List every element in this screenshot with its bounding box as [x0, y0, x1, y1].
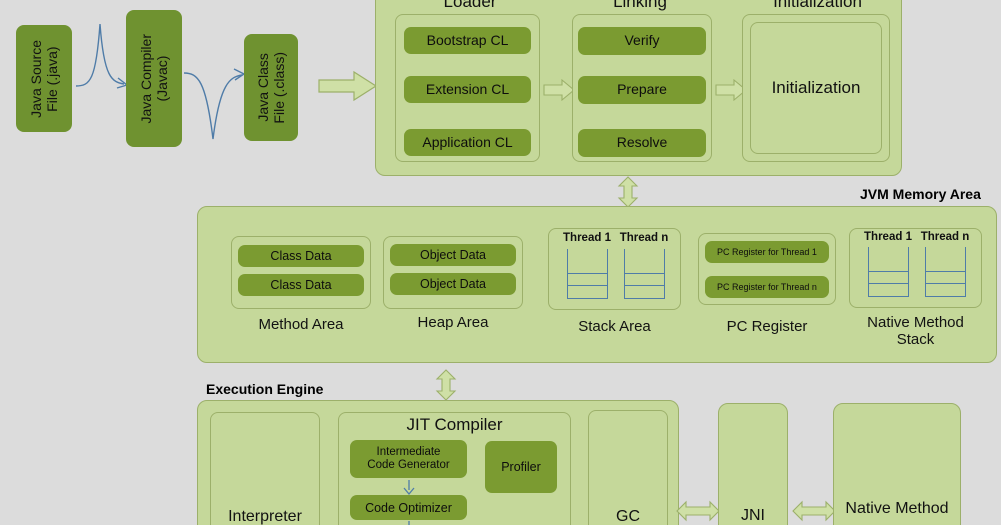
verify-box: Verify: [578, 27, 706, 55]
stack-thread-1-label: Thread 1: [563, 232, 611, 244]
native-stack-thread-1-frames: [868, 247, 909, 297]
jvm-memory-area-label: JVM Memory Area: [860, 186, 981, 202]
java-source-file-label: Java Source File (.java): [27, 39, 60, 118]
native-stack-thread-n-frames: [925, 247, 966, 297]
source-to-compiler-curve: [75, 23, 129, 89]
loader-to-linking-arrow: [543, 78, 575, 102]
class-data-box-2: Class Data: [238, 274, 364, 296]
pc-register-caption: PC Register: [726, 318, 808, 335]
gc-caption: GC: [616, 508, 640, 525]
native-method-libraries-caption: Native Method: [845, 500, 949, 517]
java-compiler-label: Java Compiler (Javac): [137, 33, 170, 124]
heap-area-caption: Heap Area: [417, 314, 489, 331]
class-file-to-loader-arrow: [318, 70, 378, 102]
stack-thread-n-label: Thread n: [619, 232, 669, 244]
execution-engine-label: Execution Engine: [206, 381, 324, 397]
java-class-file-box: Java Class File (.class): [244, 34, 298, 141]
jit-compiler-header: JIT Compiler: [406, 415, 503, 434]
jni-caption: JNI: [741, 507, 765, 524]
pc-register-thread-1-box: PC Register for Thread 1: [705, 241, 829, 263]
loader-group-header: Loader: [443, 0, 497, 11]
jvm-architecture-diagram: Java Source File (.java) Java Compiler (…: [0, 0, 1001, 525]
optimizer-to-target-arrow: [408, 521, 410, 525]
native-stack-thread-n-label: Thread n: [920, 231, 970, 243]
java-class-file-label: Java Class File (.class): [254, 51, 287, 124]
intermediate-code-generator-box: Intermediate Code Generator: [350, 440, 467, 478]
stack-thread-n-frames: [624, 249, 665, 299]
pc-register-thread-n-box: PC Register for Thread n: [705, 276, 829, 298]
application-cl-box: Application CL: [404, 129, 531, 156]
icg-to-optimizer-arrow: [403, 480, 415, 495]
loader-to-memory-biarrow: [617, 176, 639, 208]
profiler-box: Profiler: [485, 441, 557, 493]
object-data-box-1: Object Data: [390, 244, 516, 266]
linking-group-header: Linking: [613, 0, 667, 11]
method-area-caption: Method Area: [258, 316, 344, 333]
code-optimizer-box: Code Optimizer: [350, 495, 467, 520]
jni-to-native-biarrow: [792, 500, 836, 522]
memory-to-engine-biarrow: [435, 369, 457, 401]
extension-cl-box: Extension CL: [404, 76, 531, 103]
native-stack-thread-1-label: Thread 1: [864, 231, 912, 243]
native-method-stack-caption: Native Method Stack: [867, 314, 964, 349]
gc-to-jni-biarrow: [676, 500, 720, 522]
initialization-box: Initialization: [750, 22, 882, 154]
bootstrap-cl-box: Bootstrap CL: [404, 27, 531, 54]
compiler-to-class-file-curve: [183, 68, 246, 140]
stack-area-caption: Stack Area: [578, 318, 651, 335]
stack-thread-1-frames: [567, 249, 608, 299]
interpreter-caption: Interpreter: [228, 508, 302, 525]
java-source-file-box: Java Source File (.java): [16, 25, 72, 132]
object-data-box-2: Object Data: [390, 273, 516, 295]
java-compiler-box: Java Compiler (Javac): [126, 10, 182, 147]
prepare-box: Prepare: [578, 76, 706, 104]
initialization-group-header: Initialization: [773, 0, 862, 11]
resolve-box: Resolve: [578, 129, 706, 157]
class-data-box-1: Class Data: [238, 245, 364, 267]
